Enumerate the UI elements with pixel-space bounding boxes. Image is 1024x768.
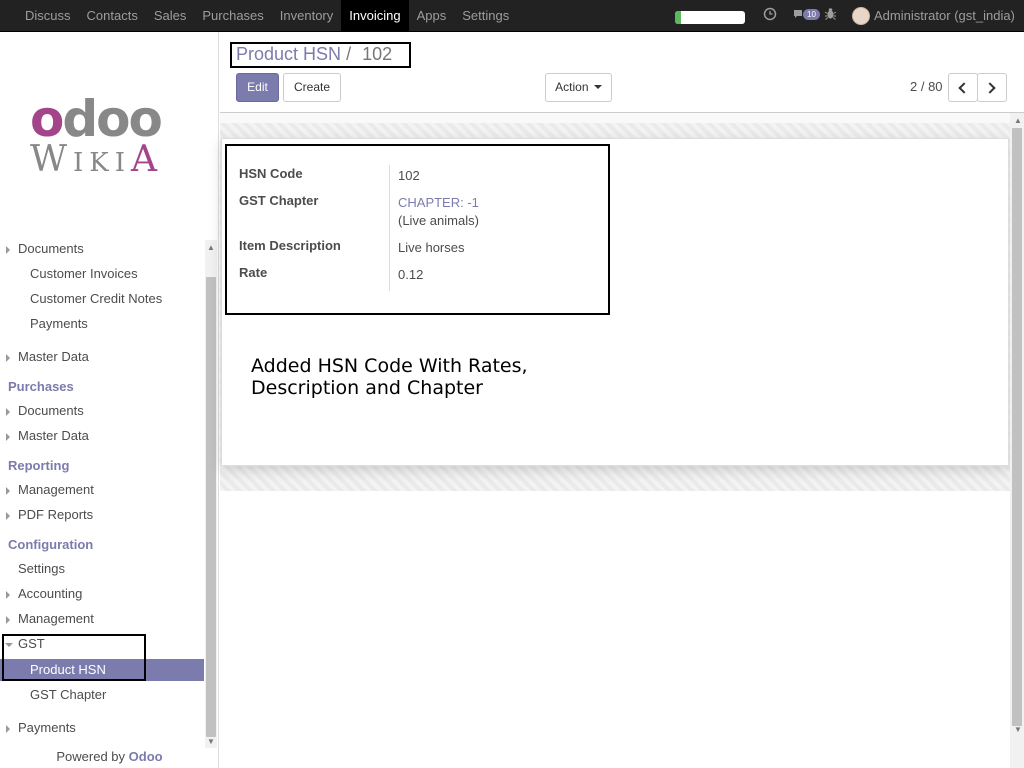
caret-right-icon <box>6 487 10 495</box>
sidebar-item-master-data[interactable]: Master Data <box>0 425 204 447</box>
caret-right-icon <box>6 354 10 362</box>
sidebar-scroll-thumb[interactable] <box>206 277 216 737</box>
caret-right-icon <box>6 591 10 599</box>
menu-item-apps[interactable]: Apps <box>409 0 455 31</box>
caret-right-icon <box>6 512 10 520</box>
menu-item-settings[interactable]: Settings <box>454 0 517 31</box>
avatar <box>852 6 870 25</box>
sidebar-item-customer-invoices[interactable]: Customer Invoices <box>0 263 204 285</box>
sidebar-item-payments[interactable]: Payments <box>0 717 204 739</box>
sidebar-item-management[interactable]: Management <box>0 479 204 501</box>
powered-by-brand[interactable]: Odoo <box>129 749 163 764</box>
menu-item-discuss[interactable]: Discuss <box>17 0 79 31</box>
menu-item-inventory[interactable]: Inventory <box>272 0 341 31</box>
annotation-box-menu <box>2 634 146 681</box>
sidebar-item-master-data[interactable]: Master Data <box>0 346 204 368</box>
edit-button[interactable]: Edit <box>236 73 279 102</box>
sidebar-item-label: GST Chapter <box>30 687 107 702</box>
top-navbar: Discuss Contacts Sales Purchases Inventory In… <box>0 0 1024 32</box>
pager-value[interactable]: 2 / 80 <box>910 79 943 94</box>
sidebar-item-label: Accounting <box>18 586 83 601</box>
caret-right-icon <box>6 433 10 441</box>
action-dropdown[interactable]: Action <box>545 73 612 102</box>
progress-bar <box>675 11 745 24</box>
sidebar-item-gst-chapter[interactable]: GST Chapter <box>0 684 204 706</box>
sidebar-item-payments[interactable]: Payments <box>0 313 204 335</box>
sidebar-item-label: Purchases <box>8 379 74 394</box>
sidebar-item-settings[interactable]: Settings <box>0 558 204 580</box>
sidebar-item-accounting[interactable]: Accounting <box>0 583 204 605</box>
sidebar-item-label: Management <box>18 611 94 626</box>
powered-by-text: Powered by <box>56 749 126 764</box>
user-name: Administrator (gst_india) <box>874 8 1015 23</box>
sidebar-item-label: Reporting <box>8 458 70 473</box>
annotation-line-1: Added HSN Code With Rates, <box>251 355 528 377</box>
sidebar-item-label: Settings <box>18 561 65 576</box>
annotation-box-fields <box>225 144 610 315</box>
bug-icon[interactable] <box>824 7 837 23</box>
sidebar-section-reporting: Reporting <box>0 455 204 477</box>
chat-icon[interactable]: 10 <box>793 7 820 22</box>
powered-by: Powered by Odoo <box>0 746 219 768</box>
scroll-down-icon[interactable]: ▼ <box>207 737 215 746</box>
form-scroll-down-icon[interactable]: ▼ <box>1014 725 1022 734</box>
chatter-area <box>220 491 1010 768</box>
user-menu[interactable]: Administrator (gst_india) <box>852 0 1015 32</box>
chevron-left-icon <box>958 82 970 94</box>
pager-previous-button[interactable] <box>948 73 978 102</box>
sidebar-item-label: Master Data <box>18 349 89 364</box>
sidebar-item-documents[interactable]: Documents <box>0 400 204 422</box>
sidebar-section-configuration: Configuration <box>0 534 204 556</box>
sidebar-item-label: Customer Credit Notes <box>30 291 163 306</box>
sidebar-item-label: PDF Reports <box>18 507 94 522</box>
create-button[interactable]: Create <box>283 73 341 102</box>
sidebar-item-label: Payments <box>30 316 88 331</box>
chevron-right-icon <box>984 82 996 94</box>
sidebar-item-label: Configuration <box>8 537 94 552</box>
odoo-wikia-logo: odoo WIKIA <box>30 90 163 180</box>
menu-item-invoicing[interactable]: Invoicing <box>341 0 409 31</box>
sidebar-item-label: Payments <box>18 720 76 735</box>
sidebar-item-documents[interactable]: Documents <box>0 238 204 260</box>
annotation-line-2: Description and Chapter <box>251 377 483 399</box>
form-scroll-thumb[interactable] <box>1012 128 1022 726</box>
scroll-up-icon[interactable]: ▲ <box>207 243 215 252</box>
annotation-text: Added HSN Code With Rates, Description a… <box>251 355 528 399</box>
caret-right-icon <box>6 725 10 733</box>
sidebar-item-label: Documents <box>18 403 84 418</box>
clock-icon[interactable] <box>763 7 777 24</box>
sidebar-item-label: Master Data <box>18 428 89 443</box>
menu-item-sales[interactable]: Sales <box>146 0 195 31</box>
menu-item-contacts[interactable]: Contacts <box>79 0 146 31</box>
caret-right-icon <box>6 246 10 254</box>
sidebar-item-label: Customer Invoices <box>30 266 138 281</box>
sidebar-section-purchases: Purchases <box>0 376 204 398</box>
action-label: Action <box>555 80 589 94</box>
sidebar-item-pdf-reports[interactable]: PDF Reports <box>0 504 204 526</box>
caret-down-icon <box>593 85 602 89</box>
sidebar-item-label: Management <box>18 482 94 497</box>
app-menu: Discuss Contacts Sales Purchases Inventory In… <box>17 0 517 32</box>
caret-right-icon <box>6 408 10 416</box>
caret-right-icon <box>6 616 10 624</box>
pager-next-button[interactable] <box>977 73 1007 102</box>
messages-badge: 10 <box>803 9 820 20</box>
sidebar-item-label: Documents <box>18 241 84 256</box>
sidebar-item-customer-credit-notes[interactable]: Customer Credit Notes <box>0 288 204 310</box>
progress-fill <box>675 11 681 24</box>
annotation-box-breadcrumb <box>230 42 411 68</box>
menu-item-purchases[interactable]: Purchases <box>194 0 271 31</box>
form-scroll-up-icon[interactable]: ▲ <box>1014 116 1022 125</box>
sidebar-item-management[interactable]: Management <box>0 608 204 630</box>
